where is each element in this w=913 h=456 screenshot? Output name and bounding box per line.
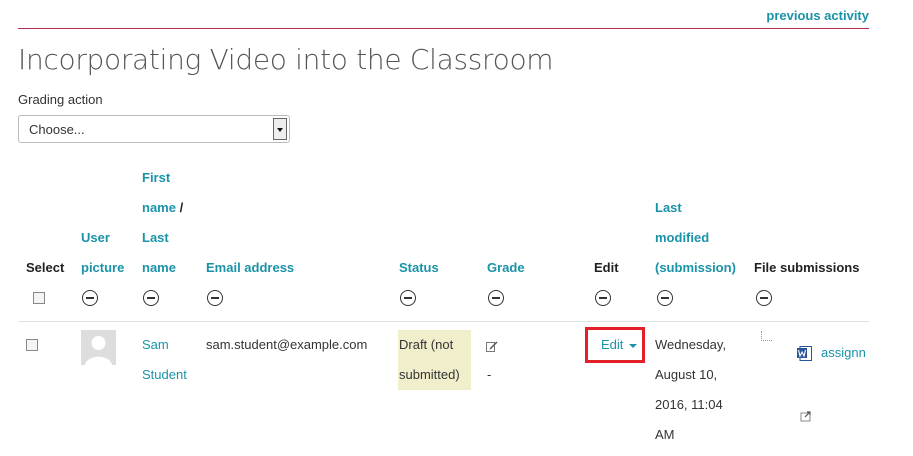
modified-line-2: August 10, — [655, 367, 718, 382]
email-value: sam.student@example.com — [206, 337, 368, 352]
header-last-name-2[interactable]: name — [142, 253, 176, 283]
hide-file-submissions-icon[interactable] — [756, 290, 772, 306]
default-user-icon — [85, 336, 112, 365]
header-first-name-2[interactable]: name — [142, 200, 176, 215]
header-last-modified-3[interactable]: (submission) — [655, 253, 736, 283]
first-name-link[interactable]: Sam — [142, 330, 169, 360]
hide-last-modified-icon[interactable] — [657, 290, 673, 306]
header-divider — [18, 28, 869, 29]
header-select: Select — [26, 260, 65, 275]
header-first-name-1[interactable]: First — [142, 163, 170, 193]
header-first-name-group: name / — [142, 193, 183, 223]
tree-connector — [761, 331, 772, 341]
select-all-checkbox[interactable] — [33, 292, 45, 304]
hide-status-icon[interactable] — [400, 290, 416, 306]
header-user-picture-1[interactable]: User — [81, 223, 110, 253]
modified-line-3: 2016, 11:04 — [655, 397, 723, 412]
last-name-link[interactable]: Student — [142, 360, 187, 390]
previous-activity-link[interactable]: previous activity — [766, 8, 869, 23]
edit-menu[interactable]: Edit — [601, 330, 638, 360]
export-icon[interactable] — [800, 409, 812, 422]
hide-edit-icon[interactable] — [595, 290, 611, 306]
edit-menu-label[interactable]: Edit — [601, 337, 623, 352]
status-text-1: Draft (not — [399, 337, 454, 352]
header-edit: Edit — [594, 260, 619, 275]
modified-line-1: Wednesday, — [655, 337, 727, 352]
caret-down-icon — [629, 343, 638, 348]
hide-grade-icon[interactable] — [488, 290, 504, 306]
dropdown-arrow-icon[interactable] — [273, 118, 287, 140]
hide-email-icon[interactable] — [207, 290, 223, 306]
header-name-separator: / — [175, 200, 184, 215]
modified-line-4: AM — [655, 427, 675, 442]
grade-edit-icon[interactable] — [486, 339, 498, 352]
header-last-modified-1[interactable]: Last — [655, 193, 682, 223]
hide-name-icon[interactable] — [143, 290, 159, 306]
status-text-2: submitted) — [399, 367, 460, 382]
user-avatar[interactable] — [81, 330, 116, 365]
word-document-icon — [797, 346, 812, 361]
table-row-divider — [18, 321, 869, 322]
grade-value: - — [487, 367, 492, 382]
row-select-checkbox[interactable] — [26, 339, 38, 351]
header-user-picture-2[interactable]: picture — [81, 253, 124, 283]
header-file-submissions: File submissions — [754, 260, 860, 275]
header-grade[interactable]: Grade — [487, 253, 525, 283]
header-last-name-1[interactable]: Last — [142, 223, 169, 253]
hide-user-picture-icon[interactable] — [82, 290, 98, 306]
grading-action-select[interactable]: Choose... — [18, 115, 290, 143]
header-email[interactable]: Email address — [206, 253, 294, 283]
file-submission-link[interactable]: assignn — [821, 338, 866, 368]
grading-action-selected: Choose... — [29, 122, 85, 137]
header-last-modified-2[interactable]: modified — [655, 223, 709, 253]
grading-action-label: Grading action — [18, 92, 103, 107]
page-title: Incorporating Video into the Classroom — [18, 43, 554, 76]
header-status[interactable]: Status — [399, 253, 439, 283]
